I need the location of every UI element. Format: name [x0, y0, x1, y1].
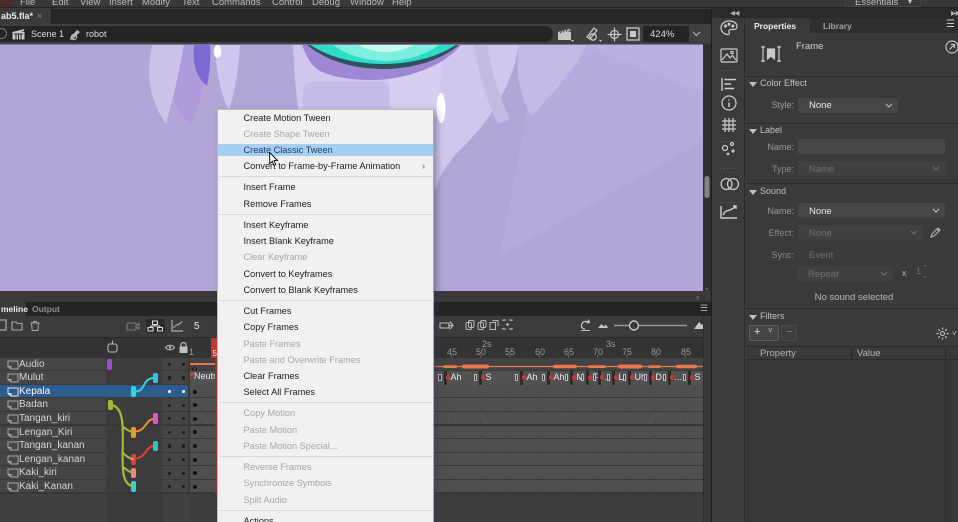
svg-text:›: ›	[696, 292, 699, 302]
svg-text:⌄: ⌄	[704, 283, 711, 292]
